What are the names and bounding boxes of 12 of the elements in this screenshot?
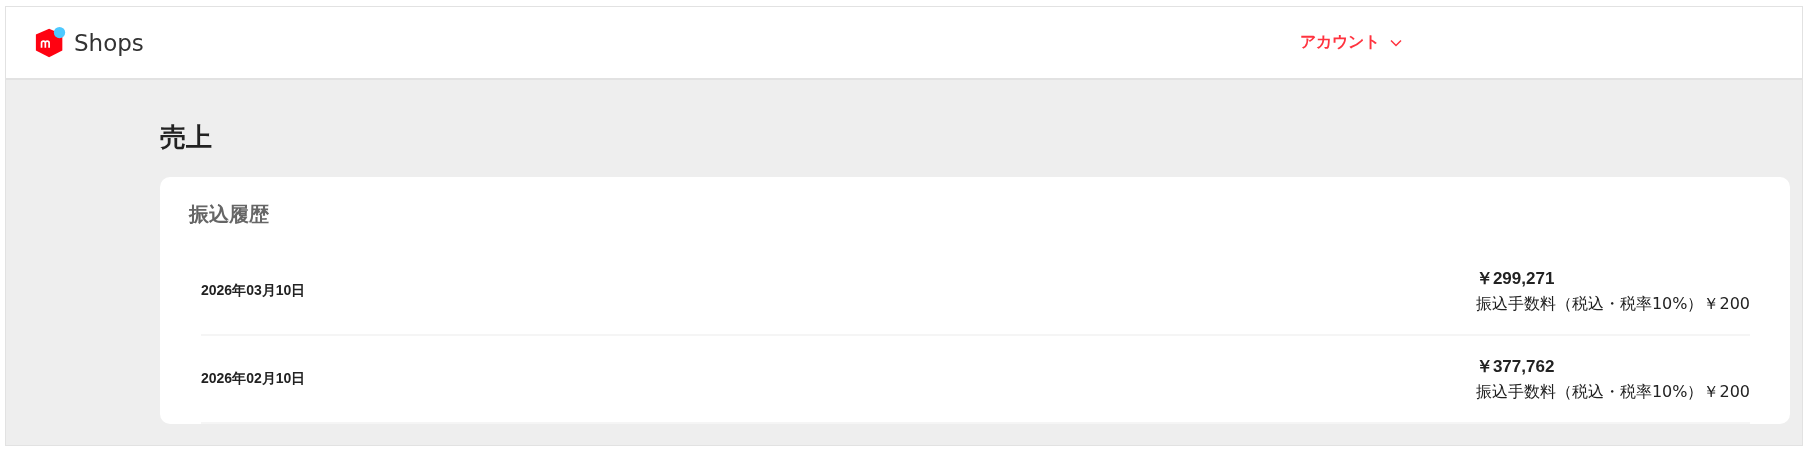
logo-icon [34, 25, 68, 60]
transfer-fee: 振込手数料（税込・税率10%）￥200 [1475, 382, 1750, 403]
section-title: 振込履歴 [189, 201, 270, 228]
page-title: 売上 [160, 121, 213, 154]
logo-text: Shops [74, 29, 144, 56]
transfer-amount: ￥299,271 [1475, 268, 1556, 290]
transfer-date: 2026年02月10日 [201, 370, 306, 388]
transfer-amount: ￥377,762 [1475, 356, 1556, 378]
caret-icon [1390, 38, 1402, 47]
account-menu[interactable]: アカウント [1300, 32, 1402, 53]
transfer-fee: 振込手数料（税込・税率10%）￥200 [1475, 294, 1750, 315]
transfer-date: 2026年03月10日 [201, 282, 306, 300]
